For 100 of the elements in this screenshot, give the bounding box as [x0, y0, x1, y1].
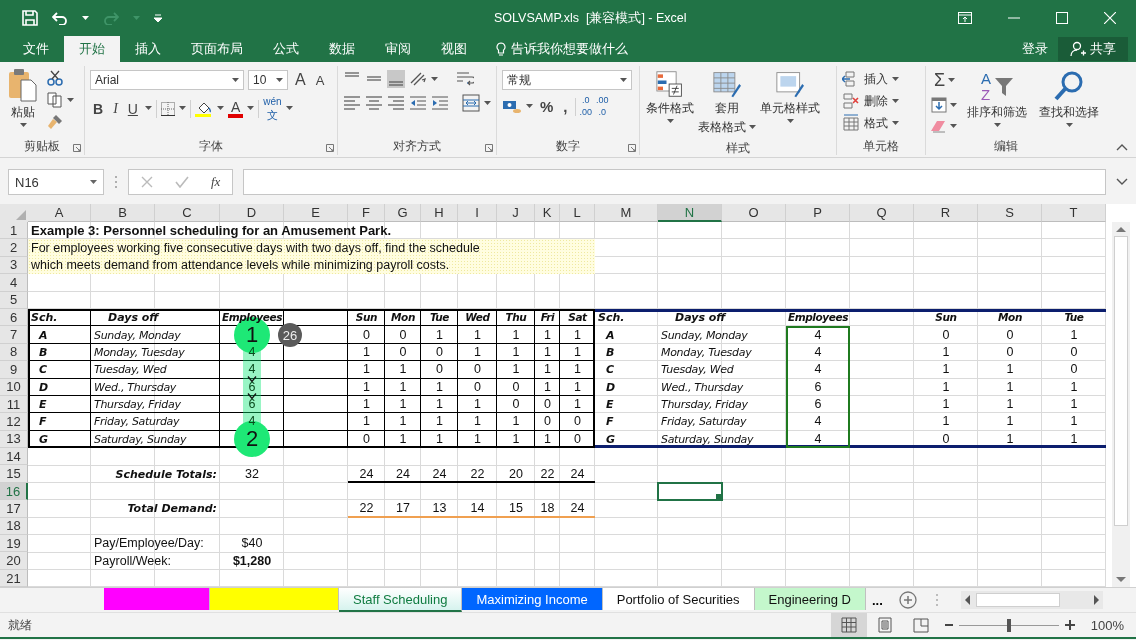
- ribbon-tab[interactable]: 开始: [64, 36, 120, 62]
- scroll-down-icon[interactable]: [1116, 577, 1126, 583]
- worksheet-grid[interactable]: [0, 204, 1106, 587]
- cut-icon[interactable]: [47, 70, 63, 86]
- zoom-out-icon[interactable]: [944, 621, 953, 629]
- normal-view-button[interactable]: [830, 613, 867, 637]
- caret-icon[interactable]: [892, 76, 899, 82]
- caret-icon[interactable]: [1065, 123, 1073, 128]
- zoom-level[interactable]: 100%: [1080, 617, 1136, 633]
- increase-indent-icon[interactable]: [431, 94, 449, 112]
- align-right-icon[interactable]: [387, 94, 405, 112]
- italic-button[interactable]: I: [110, 100, 121, 117]
- conditional-formatting-button[interactable]: 条件格式: [645, 68, 695, 138]
- caret-icon[interactable]: [82, 15, 89, 21]
- caret-icon[interactable]: [950, 102, 957, 108]
- column-header[interactable]: K: [535, 204, 560, 222]
- add-sheet-icon[interactable]: [898, 591, 917, 609]
- column-header[interactable]: M: [595, 204, 658, 222]
- collapse-ribbon-icon[interactable]: [1116, 143, 1128, 151]
- dialog-launcher-icon[interactable]: [485, 144, 493, 152]
- font-size-dropdown[interactable]: 10: [248, 70, 288, 90]
- row-header[interactable]: 14: [0, 448, 28, 466]
- sheet-tab[interactable]: Staff Scheduling: [339, 588, 463, 612]
- zoom-in-icon[interactable]: [1064, 620, 1075, 630]
- more-tabs-button[interactable]: ...: [865, 588, 893, 612]
- autosum-button[interactable]: Σ: [931, 70, 959, 91]
- column-header[interactable]: T: [1042, 204, 1106, 222]
- clear-button[interactable]: [931, 119, 959, 133]
- caret-icon[interactable]: [666, 119, 674, 124]
- maximize-icon[interactable]: [1056, 12, 1068, 24]
- column-header[interactable]: C: [155, 204, 220, 222]
- row-header[interactable]: 20: [0, 552, 28, 570]
- underline-button[interactable]: U: [124, 100, 141, 117]
- grow-font-button[interactable]: A: [292, 71, 309, 89]
- column-header[interactable]: I: [458, 204, 497, 222]
- column-header[interactable]: Q: [850, 204, 914, 222]
- caret-icon[interactable]: [620, 77, 627, 83]
- comma-style-button[interactable]: ,: [560, 98, 571, 115]
- font-name-dropdown[interactable]: Arial: [90, 70, 244, 90]
- share-button[interactable]: 共享: [1058, 37, 1128, 61]
- wrap-text-icon[interactable]: [456, 71, 474, 87]
- scroll-right-icon[interactable]: [1093, 595, 1100, 605]
- ribbon-tab[interactable]: 文件: [8, 36, 64, 62]
- fill-color-icon[interactable]: [194, 100, 213, 117]
- row-header[interactable]: 9: [0, 361, 28, 379]
- name-box[interactable]: N16: [8, 169, 104, 195]
- ribbon-tab[interactable]: 插入: [120, 36, 176, 62]
- caret-icon[interactable]: [216, 106, 224, 111]
- caret-icon[interactable]: [285, 106, 293, 111]
- expand-icon[interactable]: [1116, 178, 1128, 186]
- paste-button[interactable]: 粘贴: [5, 68, 41, 135]
- row-header[interactable]: 1: [0, 222, 28, 240]
- format-as-table-button[interactable]: 套用 表格格式: [697, 68, 757, 138]
- format-button[interactable]: 格式: [842, 114, 899, 132]
- dialog-launcher-icon[interactable]: [73, 144, 81, 152]
- selected-cell[interactable]: [657, 481, 723, 502]
- close-icon[interactable]: [1104, 12, 1116, 24]
- ribbon-display-icon[interactable]: [958, 12, 972, 24]
- fill-button[interactable]: [931, 97, 959, 113]
- merge-cells-icon[interactable]: [462, 94, 480, 112]
- align-center-icon[interactable]: [365, 94, 383, 112]
- scroll-left-icon[interactable]: [963, 595, 970, 605]
- caret-icon[interactable]: [950, 123, 957, 129]
- caret-icon[interactable]: [892, 98, 899, 104]
- column-header[interactable]: D: [220, 204, 284, 222]
- column-header[interactable]: A: [28, 204, 91, 222]
- format-painter-icon[interactable]: [47, 114, 63, 130]
- increase-decimal-button[interactable]: .0 .00: [579, 96, 593, 117]
- font-color-button[interactable]: A: [227, 99, 244, 118]
- caret-icon[interactable]: [144, 106, 152, 111]
- save-icon[interactable]: [22, 10, 38, 26]
- ribbon-tab[interactable]: 页面布局: [176, 36, 258, 62]
- sheet-tab[interactable]: Maximizing Income: [462, 588, 603, 610]
- tell-me-search[interactable]: 告诉我你想要做什么: [482, 36, 628, 62]
- dialog-launcher-icon[interactable]: [628, 144, 636, 152]
- row-header[interactable]: 19: [0, 535, 28, 553]
- cell-styles-button[interactable]: 单元格样式: [759, 68, 821, 138]
- sign-in-link[interactable]: 登录: [1012, 36, 1058, 62]
- caret-icon[interactable]: [247, 106, 255, 111]
- number-format-dropdown[interactable]: 常规: [502, 70, 632, 90]
- currency-icon[interactable]: [502, 98, 522, 115]
- caret-icon[interactable]: [993, 123, 1001, 128]
- dialog-launcher-icon[interactable]: [326, 144, 334, 152]
- column-header[interactable]: H: [421, 204, 458, 222]
- insert-function-button[interactable]: fx: [211, 174, 221, 190]
- ribbon-tab[interactable]: 公式: [258, 36, 314, 62]
- scroll-thumb[interactable]: [1114, 236, 1128, 526]
- sort-filter-button[interactable]: A Z 排序和筛选: [964, 68, 1031, 135]
- ribbon-tab[interactable]: 视图: [426, 36, 482, 62]
- customize-icon[interactable]: [154, 14, 162, 22]
- column-header[interactable]: N: [658, 204, 722, 222]
- phonetic-guide-button[interactable]: wén 文: [263, 96, 282, 121]
- caret-icon[interactable]: [749, 125, 756, 130]
- caret-icon[interactable]: [786, 119, 794, 124]
- column-header[interactable]: G: [385, 204, 421, 222]
- bold-button[interactable]: B: [90, 100, 107, 117]
- column-header[interactable]: J: [497, 204, 535, 222]
- caret-icon[interactable]: [232, 77, 239, 83]
- caret-icon[interactable]: [892, 120, 899, 126]
- insert-button[interactable]: 插入: [842, 70, 899, 88]
